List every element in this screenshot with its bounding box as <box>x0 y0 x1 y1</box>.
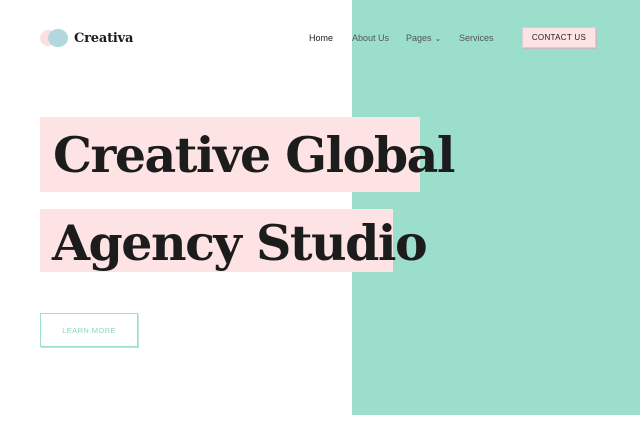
nav-item-pages-label: Pages <box>406 33 432 43</box>
logo-circle-blue <box>48 29 68 47</box>
nav-item-about[interactable]: About Us <box>352 28 389 48</box>
nav-item-home[interactable]: Home <box>309 28 333 48</box>
logo-mark-icon <box>40 28 70 48</box>
learn-more-button[interactable]: LEARN MORE <box>40 313 138 347</box>
hero-teal-panel <box>352 0 640 415</box>
nav-item-pages[interactable]: Pages ⌄ <box>406 28 441 48</box>
chevron-down-icon: ⌄ <box>434 34 442 43</box>
logo-text: Creativa <box>74 30 134 46</box>
hero-headline-line1: Creative Global <box>53 126 455 184</box>
nav-item-services[interactable]: Services <box>459 28 494 48</box>
contact-us-button[interactable]: CONTACT US <box>522 27 596 48</box>
logo[interactable]: Creativa <box>40 28 133 48</box>
hero-headline-line2: Agency Studio <box>52 214 428 272</box>
